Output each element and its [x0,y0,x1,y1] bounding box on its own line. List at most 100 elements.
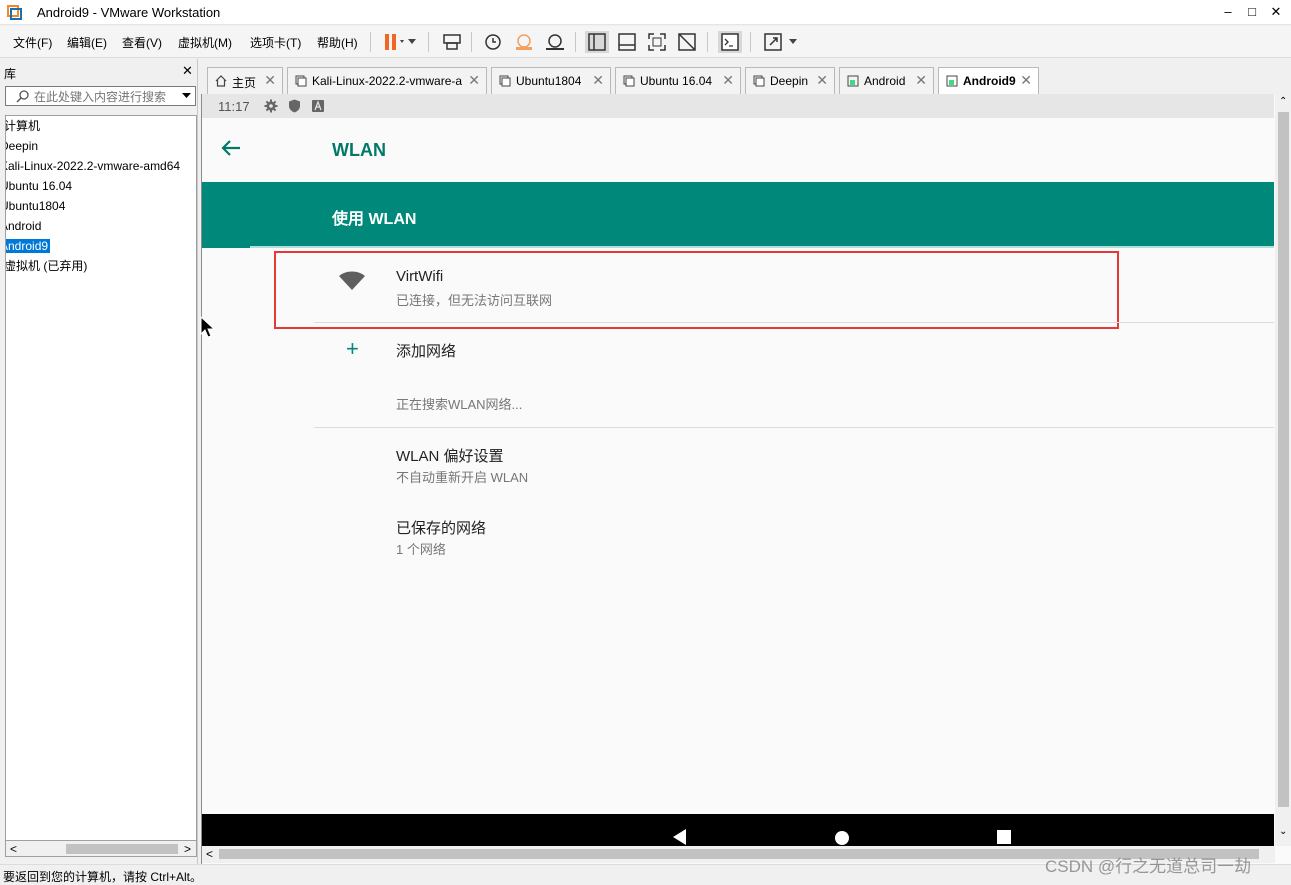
notification-a-icon [312,100,324,112]
tab-ubuntu1804[interactable]: Ubuntu1804 ✕ [491,67,611,94]
android-vm-icon [847,75,859,87]
tab-android[interactable]: Android ✕ [839,67,934,94]
revert-snapshot-icon[interactable] [512,31,536,53]
tab-home[interactable]: 主页 ✕ [207,67,283,94]
tab-close-icon[interactable]: ✕ [816,72,828,89]
search-icon [16,90,29,103]
library-search-input[interactable] [34,89,174,104]
stretch-icon[interactable] [762,31,786,53]
searching-text: 正在搜索WLAN网络... [396,397,523,412]
scroll-up-icon[interactable]: ⌃ [1279,96,1287,107]
snapshot-manager-icon[interactable] [543,31,567,53]
chevron-down-icon[interactable] [408,39,416,45]
tab-android9[interactable]: Android9 ✕ [938,67,1039,94]
page-title: WLAN [332,140,386,160]
tab-ubuntu-1604[interactable]: Ubuntu 16.04 ✕ [615,67,741,94]
chevron-down-icon[interactable] [182,93,191,99]
toolbar-separator [428,32,429,52]
tab-close-icon[interactable]: ✕ [468,72,480,89]
maximize-button[interactable]: □ [1244,4,1260,20]
add-network-label: 添加网络 [396,343,457,360]
nav-recents-icon[interactable] [997,830,1011,844]
library-search-box[interactable] [5,86,196,106]
status-message: 要返回到您的计算机，请按 Ctrl+Alt。 [3,870,203,884]
scroll-left-icon[interactable]: < [10,842,17,856]
library-sidebar: 库 ✕ 计算机 Deepin Kali-Linux-2022.2-vmware-… [0,59,200,864]
wlan-preferences-item[interactable]: WLAN 偏好设置 不自动重新开启 WLAN [314,434,1274,489]
fullscreen-icon[interactable] [645,31,669,53]
divider [314,322,1274,323]
menu-edit[interactable]: 编辑(E) [67,34,107,51]
unity-icon[interactable] [675,31,699,53]
send-ctrl-alt-del-icon[interactable] [440,31,464,53]
android-vm-icon [946,75,958,87]
toolbar-separator [370,32,371,52]
library-horizontal-scrollbar[interactable]: < > [5,840,197,857]
home-icon [215,75,227,87]
divider [314,427,1274,428]
library-tree: 计算机 Deepin Kali-Linux-2022.2-vmware-amd6… [5,115,197,841]
scrollbar-thumb[interactable] [1278,112,1289,807]
tab-bar: 主页 ✕ Kali-Linux-2022.2-vmware-am... ✕ Ub… [201,59,1291,94]
title-bar: Android9 - VMware Workstation – □ ✕ [0,0,1291,25]
tree-item-android9[interactable]: Android9 [6,237,51,255]
snapshot-icon[interactable] [481,31,505,53]
tree-item-kali[interactable]: Kali-Linux-2022.2-vmware-amd64 [6,157,180,175]
vm-icon [499,75,511,87]
tab-close-icon[interactable]: ✕ [264,72,276,89]
library-label: 库 [4,67,17,81]
nav-back-icon[interactable] [673,829,687,845]
tab-close-icon[interactable]: ✕ [915,72,927,89]
tree-item-deprecated-vms[interactable]: 虚拟机 (已弃用) [6,257,87,275]
menu-help[interactable]: 帮助(H) [317,34,358,51]
wlan-preferences-summary: 不自动重新开启 WLAN [396,470,529,485]
android-status-bar: 11:17 [202,94,1274,118]
toolbar-separator [471,32,472,52]
library-close-icon[interactable]: ✕ [182,63,193,79]
console-icon[interactable] [718,31,742,53]
menu-file[interactable]: 文件(F) [13,34,52,51]
scroll-right-icon[interactable]: > [184,842,191,856]
tab-kali[interactable]: Kali-Linux-2022.2-vmware-am... ✕ [287,67,487,94]
menu-vm[interactable]: 虚拟机(M) [178,34,232,51]
minimize-button[interactable]: – [1220,4,1236,20]
vm-icon [753,75,765,87]
scrollbar-thumb[interactable] [66,844,178,854]
tab-close-icon[interactable]: ✕ [1020,72,1032,89]
toolbar-separator [750,32,751,52]
add-icon: + [346,336,359,361]
tree-item-my-computer[interactable]: 计算机 [6,117,40,135]
toolbar-separator [575,32,576,52]
tab-deepin[interactable]: Deepin ✕ [745,67,835,94]
pause-icon[interactable] [380,31,404,53]
tree-item-ubuntu1804[interactable]: Ubuntu1804 [6,197,65,215]
menu-view[interactable]: 查看(V) [122,34,162,51]
tree-item-ubuntu-1604[interactable]: Ubuntu 16.04 [6,177,72,195]
vm-display[interactable]: 11:17 WLAN 使用 WLAN VirtWifi 已连接，但无法访问互联网… [200,94,1291,864]
android-navigation-bar [202,814,1274,846]
close-button[interactable]: ✕ [1268,4,1284,20]
mouse-cursor-icon [200,316,216,338]
vm-icon [623,75,635,87]
saved-networks-summary: 1 个网络 [396,542,446,557]
watermark-text: CSDN @行之无道总司一劫 [1045,857,1252,876]
tab-close-icon[interactable]: ✕ [592,72,604,89]
saved-networks-item[interactable]: 已保存的网络 1 个网络 [314,506,1274,561]
tree-item-android[interactable]: Android [6,217,41,235]
menu-tabs[interactable]: 选项卡(T) [250,34,301,51]
add-network-item[interactable]: + 添加网络 [314,324,1274,374]
saved-networks-title: 已保存的网络 [396,520,487,537]
scroll-down-icon[interactable]: ⌄ [1279,826,1287,837]
scroll-left-icon[interactable]: < [206,847,213,861]
tree-item-deepin[interactable]: Deepin [6,137,38,155]
library-view-icon[interactable] [585,31,609,53]
window-title: Android9 - VMware Workstation [37,5,221,20]
nav-home-icon[interactable] [835,831,849,845]
android-app-bar: WLAN [202,118,1274,182]
thumbnail-view-icon[interactable] [615,31,639,53]
wlan-toggle-bar[interactable]: 使用 WLAN [202,182,1274,248]
chevron-down-icon[interactable] [789,39,797,45]
back-arrow-icon[interactable] [220,138,242,158]
tab-close-icon[interactable]: ✕ [722,72,734,89]
vm-vertical-scrollbar[interactable]: ⌃ ⌄ [1275,94,1291,846]
